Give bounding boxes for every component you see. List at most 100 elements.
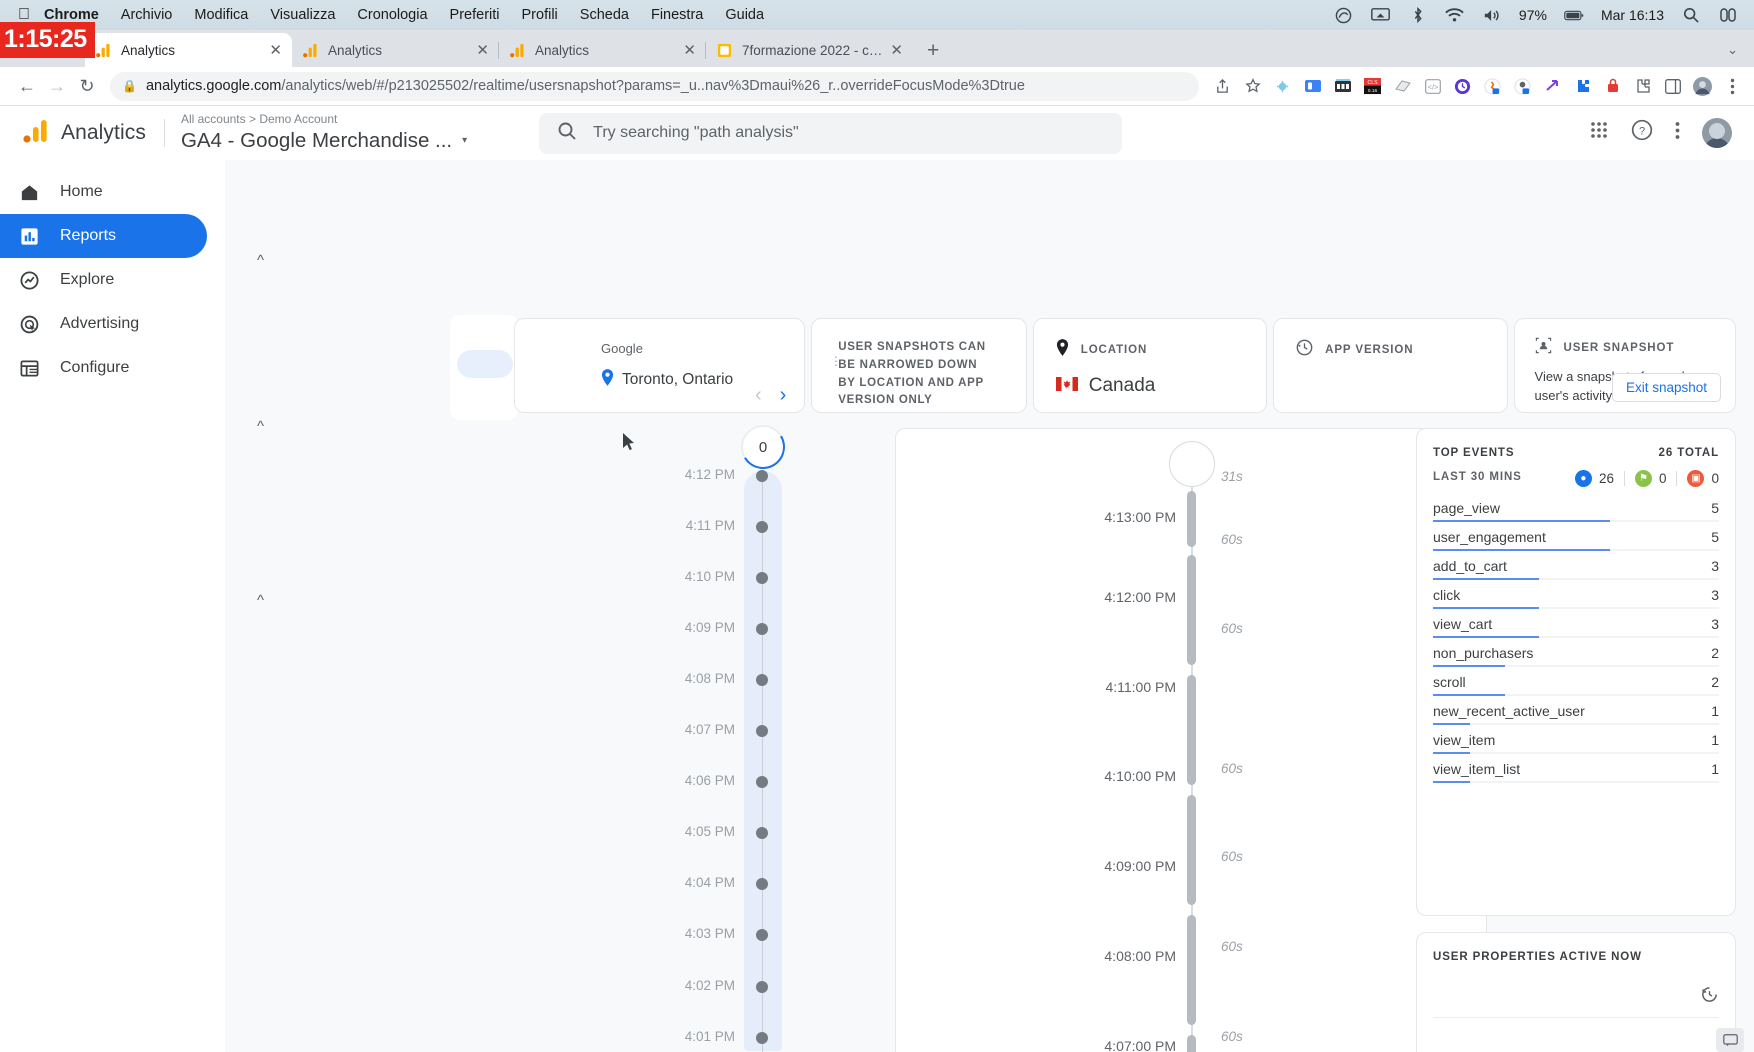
menu-item-finestra[interactable]: Finestra [651, 7, 703, 23]
bookmark-star-icon[interactable] [1243, 77, 1262, 96]
source-card: Google Toronto, Ontario ‹ › [514, 318, 806, 413]
top-events-row[interactable]: view_item 1 [1433, 731, 1719, 760]
chrome-menu-icon[interactable] [1723, 77, 1742, 96]
volume-icon[interactable] [1482, 6, 1502, 24]
collapse-chevron-icon-2[interactable]: ^ [257, 418, 264, 435]
extension-code-icon[interactable]: </> [1423, 77, 1442, 96]
extension-cls-icon[interactable]: CLS 0.16 [1363, 77, 1382, 96]
mouse-cursor [622, 432, 636, 457]
svg-text:0.16: 0.16 [1368, 88, 1378, 94]
top-events-row[interactable]: non_purchasers 2 [1433, 644, 1719, 673]
location-filter-card[interactable]: LOCATION Canada [1032, 318, 1268, 413]
top-events-row[interactable]: click 3 [1433, 586, 1719, 615]
close-icon[interactable]: ✕ [683, 41, 696, 59]
search-icon[interactable] [1681, 6, 1701, 24]
top-events-row[interactable]: scroll 2 [1433, 673, 1719, 702]
extension-puzzle-icon[interactable] [1573, 77, 1592, 96]
back-button[interactable]: ← [12, 76, 42, 97]
snapshot-note-line1: USER SNAPSHOTS CAN BE NARROWED DOWN [838, 341, 986, 371]
more-vert-icon[interactable] [1675, 121, 1680, 146]
app-body: Home Reports Explore Advertising Configu… [0, 160, 1754, 1052]
map-pin-icon [601, 369, 614, 391]
app-version-filter-card[interactable]: APP VERSION [1273, 318, 1508, 413]
chevron-down-icon[interactable]: ⌄ [1727, 42, 1738, 58]
extension-clock-icon[interactable] [1453, 77, 1472, 96]
chevron-down-icon[interactable]: ▾ [462, 135, 467, 147]
collapse-chevron-icon-1[interactable]: ^ [257, 252, 264, 269]
extensions-icon[interactable] [1633, 77, 1652, 96]
apps-grid-icon[interactable] [1589, 120, 1609, 146]
menu-item-chrome[interactable]: Chrome [44, 7, 99, 23]
menu-item-preferiti[interactable]: Preferiti [450, 7, 500, 23]
control-center-icon[interactable] [1718, 6, 1738, 24]
battery-icon[interactable] [1564, 6, 1584, 24]
sidepanel-icon[interactable] [1663, 77, 1682, 96]
bar-track [1433, 723, 1719, 725]
bluetooth-icon[interactable] [1408, 6, 1428, 24]
extension-bug-icon[interactable] [1273, 77, 1292, 96]
account-selector[interactable]: All accounts > Demo Account GA4 - Google… [181, 113, 467, 153]
browser-tab-3[interactable]: 7formazione 2022 - come si u ✕ [706, 33, 913, 67]
activity-duration-label: 60s [1221, 621, 1243, 636]
top-events-row[interactable]: page_view 5 [1433, 499, 1719, 528]
top-events-row[interactable]: view_item_list 1 [1433, 760, 1719, 789]
menu-item-guida[interactable]: Guida [725, 7, 764, 23]
menu-item-scheda[interactable]: Scheda [580, 7, 629, 23]
profile-avatar-icon[interactable] [1693, 76, 1712, 96]
sidebar-item-configure[interactable]: Configure [0, 346, 207, 390]
help-icon[interactable]: ? [1631, 119, 1653, 147]
extension-profile-icon[interactable] [1513, 77, 1532, 96]
analytics-logo[interactable]: Analytics [16, 117, 156, 150]
top-events-row[interactable]: view_cart 3 [1433, 615, 1719, 644]
badge-divider [1623, 471, 1625, 486]
close-icon[interactable]: ✕ [890, 41, 903, 59]
header-divider [163, 119, 165, 147]
menu-item-archivio[interactable]: Archivio [121, 7, 173, 23]
bar-fill [1433, 577, 1539, 580]
prev-snapshot-button[interactable]: ‹ [755, 384, 762, 407]
menu-item-visualizza[interactable]: Visualizza [270, 7, 335, 23]
extension-runner-icon[interactable] [1483, 77, 1502, 96]
apple-icon[interactable]:  [18, 7, 30, 23]
close-icon[interactable]: ✕ [476, 41, 489, 59]
badge-divider [1676, 471, 1678, 486]
new-tab-button[interactable]: + [927, 40, 939, 61]
extension-arrow-icon[interactable] [1543, 77, 1562, 96]
search-input[interactable]: Try searching "path analysis" [539, 112, 1123, 154]
address-bar[interactable]: 🔒 analytics.google.com/analytics/web/#/p… [110, 71, 1199, 101]
extension-blue-icon[interactable] [1303, 77, 1322, 96]
top-events-row[interactable]: add_to_cart 3 [1433, 557, 1719, 586]
wifi-icon[interactable] [1445, 6, 1465, 24]
feedback-button[interactable] [1716, 1028, 1744, 1052]
sidebar-item-advertising[interactable]: Advertising [0, 302, 207, 346]
screen-mirroring-icon[interactable] [1371, 6, 1391, 24]
account-avatar[interactable] [1702, 118, 1732, 148]
sidebar-item-reports[interactable]: Reports [0, 214, 207, 258]
top-events-row[interactable]: new_recent_active_user 1 [1433, 702, 1719, 731]
browser-tab-0[interactable]: Analytics ✕ [85, 33, 292, 67]
timeline-tick-dot [756, 470, 768, 482]
sidebar-item-home[interactable]: Home [0, 170, 207, 214]
creative-cloud-icon[interactable] [1334, 6, 1354, 24]
share-icon[interactable] [1213, 77, 1232, 96]
menu-item-profili[interactable]: Profili [522, 7, 558, 23]
menu-item-modifica[interactable]: Modifica [194, 7, 248, 23]
browser-tab-1[interactable]: Analytics ✕ [292, 33, 499, 67]
top-events-row[interactable]: user_engagement 5 [1433, 528, 1719, 557]
menu-item-cronologia[interactable]: Cronologia [357, 7, 427, 23]
sidebar-item-explore[interactable]: Explore [0, 258, 207, 302]
collapse-chevron-icon-3[interactable]: ^ [257, 592, 264, 609]
extension-lock-icon[interactable] [1603, 77, 1622, 96]
extension-paper-icon[interactable] [1393, 77, 1412, 96]
exit-snapshot-button[interactable]: Exit snapshot [1611, 373, 1721, 402]
forward-button[interactable]: → [42, 76, 72, 97]
history-clock-icon[interactable] [1700, 985, 1719, 1009]
analytics-icon [302, 42, 319, 59]
property-name-row[interactable]: GA4 - Google Merchandise ... ▾ [181, 129, 467, 153]
browser-tab-2[interactable]: Analytics ✕ [499, 33, 706, 67]
drag-handle-dots[interactable]: ⋮ [830, 355, 842, 367]
next-snapshot-button[interactable]: › [780, 384, 787, 407]
close-icon[interactable]: ✕ [269, 41, 282, 59]
extension-calendar-icon[interactable] [1333, 77, 1352, 96]
reload-button[interactable]: ↻ [72, 76, 102, 97]
